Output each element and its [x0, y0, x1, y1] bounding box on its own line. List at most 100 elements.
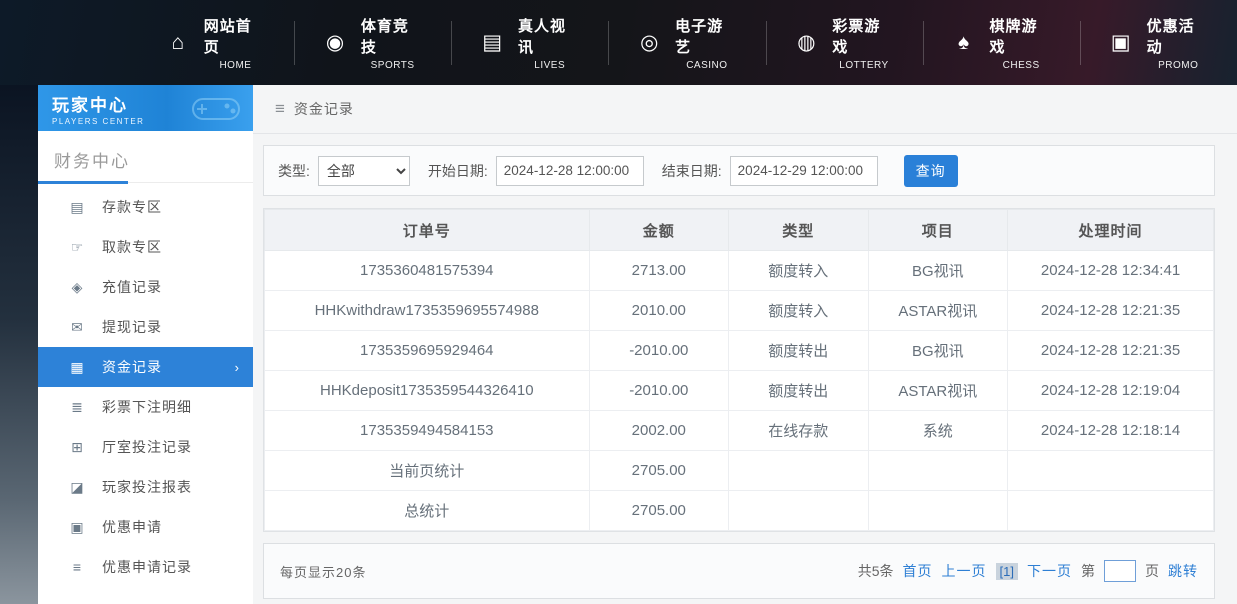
nav-label: 真人视讯 LIVES — [518, 15, 581, 71]
summary-amount: 2705.00 — [589, 451, 729, 491]
sidebar-menu-item[interactable]: ✉ 提现记录 › — [38, 307, 253, 347]
jump-button[interactable]: 跳转 — [1168, 561, 1198, 581]
summary-empty — [729, 491, 869, 531]
promo-apply-icon: ▣ — [68, 519, 86, 536]
sidebar-menu-item[interactable]: ≣ 彩票下注明细 › — [38, 387, 253, 427]
sidebar-menu-item[interactable]: ▦ 资金记录 › — [38, 347, 253, 387]
nav-label-en: CHESS — [1003, 60, 1040, 71]
current-page[interactable]: [1] — [996, 563, 1018, 580]
personal-center-heading: 个人中心 — [38, 587, 253, 604]
page-prefix: 第 — [1081, 561, 1095, 581]
gift-icon: ▣ — [1108, 32, 1134, 53]
hamburger-icon[interactable]: ≡ — [275, 99, 285, 119]
prev-page-link[interactable]: 上一页 — [942, 561, 987, 581]
moneybag-icon: ◈ — [68, 279, 86, 296]
sidebar-item-label: 玩家投注报表 — [102, 477, 192, 497]
table-row[interactable]: 1735359695929464 -2010.00 额度转出 BG视讯 2024… — [265, 331, 1214, 371]
wallet-icon: ✉ — [68, 319, 86, 336]
playing-cards-icon: ▤ — [479, 32, 505, 53]
end-date-label: 结束日期: — [662, 161, 722, 181]
sidebar-menu-item[interactable]: ☞ 取款专区 › — [38, 227, 253, 267]
sidebar-item-label: 取款专区 — [102, 237, 162, 257]
table-row[interactable]: 1735359494584153 2002.00 在线存款 系统 2024-12… — [265, 411, 1214, 451]
sidebar-item-label: 优惠申请记录 — [102, 557, 192, 577]
funds-records-table: 订单号金额类型项目处理时间 1735360481575394 2713.00 额… — [264, 209, 1214, 531]
nav-label: 体育竞技 SPORTS — [361, 15, 424, 71]
table-header-row: 订单号金额类型项目处理时间 — [265, 210, 1214, 251]
cell-project: BG视讯 — [868, 251, 1008, 291]
nav-label: 彩票游戏 LOTTERY — [832, 15, 895, 71]
summary-empty — [1008, 451, 1214, 491]
heading-underline — [38, 181, 128, 184]
main-content: ≡ 资金记录 类型: 全部 开始日期: 结束日期: 查询 — [253, 85, 1237, 604]
nav-label-en: HOME — [219, 60, 251, 71]
cell-time: 2024-12-28 12:21:35 — [1008, 291, 1214, 331]
bet-report-icon: ◪ — [68, 479, 86, 496]
roulette-icon: ◎ — [636, 32, 662, 53]
sidebar-menu-item[interactable]: ⊞ 厅室投注记录 › — [38, 427, 253, 467]
per-page-label: 每页显示20条 — [280, 562, 366, 581]
nav-item[interactable]: ♠ 棋牌游戏 CHESS — [923, 21, 1080, 65]
nav-item[interactable]: ▣ 优惠活动 PROMO — [1080, 21, 1237, 65]
nav-label-zh: 电子游艺 — [675, 15, 738, 57]
pagination-bar: 每页显示20条 共5条 首页 上一页 [1] 下一页 第 页 跳转 — [263, 543, 1215, 599]
nav-item[interactable]: ▤ 真人视讯 LIVES — [451, 21, 608, 65]
cell-order-no: 1735359695929464 — [265, 331, 590, 371]
nav-label-en: PROMO — [1158, 60, 1198, 71]
column-header: 金额 — [589, 210, 729, 251]
cell-time: 2024-12-28 12:19:04 — [1008, 371, 1214, 411]
type-select[interactable]: 全部 — [318, 156, 410, 186]
withdraw-hand-icon: ☞ — [68, 239, 86, 256]
nav-item[interactable]: ◎ 电子游艺 CASINO — [608, 21, 765, 65]
sidebar-item-label: 优惠申请 — [102, 517, 162, 537]
cell-amount: 2713.00 — [589, 251, 729, 291]
next-page-link[interactable]: 下一页 — [1027, 561, 1072, 581]
nav-label-en: LOTTERY — [839, 60, 888, 71]
cell-amount: 2002.00 — [589, 411, 729, 451]
sidebar-menu-item[interactable]: ◈ 充值记录 › — [38, 267, 253, 307]
sidebar-menu-item[interactable]: ▣ 优惠申请 › — [38, 507, 253, 547]
table-row[interactable]: 1735360481575394 2713.00 额度转入 BG视讯 2024-… — [265, 251, 1214, 291]
spade-icon: ♠ — [951, 32, 977, 53]
nav-item[interactable]: ◉ 体育竞技 SPORTS — [294, 21, 451, 65]
table-row[interactable]: HHKdeposit1735359544326410 -2010.00 额度转出… — [265, 371, 1214, 411]
sidebar-menu-item[interactable]: ▤ 存款专区 › — [38, 187, 253, 227]
column-header: 项目 — [868, 210, 1008, 251]
top-navigation: ⌂ 网站首页 HOME ◉ 体育竞技 SPORTS ▤ 真人视讯 LIVES ◎… — [0, 0, 1237, 85]
nav-item[interactable]: ⌂ 网站首页 HOME — [138, 21, 294, 65]
players-center-header: 玩家中心 PLAYERS CENTER — [38, 85, 253, 131]
type-label: 类型: — [278, 161, 310, 181]
home-icon: ⌂ — [165, 32, 191, 53]
nav-label: 电子游艺 CASINO — [675, 15, 738, 71]
start-date-input[interactable] — [496, 156, 644, 186]
page-jump-input[interactable] — [1104, 560, 1136, 582]
cell-amount: 2010.00 — [589, 291, 729, 331]
pager: 共5条 首页 上一页 [1] 下一页 第 页 跳转 — [858, 560, 1198, 582]
nav-label: 优惠活动 PROMO — [1147, 15, 1210, 71]
funds-record-icon: ▦ — [68, 359, 86, 376]
nav-label-zh: 真人视讯 — [518, 15, 581, 57]
cell-project: ASTAR视讯 — [868, 371, 1008, 411]
table-row[interactable]: HHKwithdraw1735359695574988 2010.00 额度转入… — [265, 291, 1214, 331]
summary-empty — [868, 491, 1008, 531]
cell-type: 额度转出 — [729, 371, 869, 411]
page-suffix: 页 — [1145, 561, 1159, 581]
cell-time: 2024-12-28 12:34:41 — [1008, 251, 1214, 291]
nav-label: 网站首页 HOME — [204, 15, 267, 71]
nav-label-en: CASINO — [686, 60, 727, 71]
nav-label-en: SPORTS — [371, 60, 415, 71]
end-date-input[interactable] — [730, 156, 878, 186]
chevron-right-icon: › — [235, 360, 239, 375]
first-page-link[interactable]: 首页 — [903, 561, 933, 581]
deposit-card-icon: ▤ — [68, 199, 86, 216]
search-button[interactable]: 查询 — [904, 155, 958, 187]
sidebar-item-label: 厅室投注记录 — [102, 437, 192, 457]
sidebar-menu-item[interactable]: ≡ 优惠申请记录 › — [38, 547, 253, 587]
start-date-label: 开始日期: — [428, 161, 488, 181]
nav-label-en: LIVES — [534, 60, 565, 71]
sidebar: 玩家中心 PLAYERS CENTER 财务中心 ▤ 存款专区 › — [38, 85, 253, 604]
sidebar-menu-item[interactable]: ◪ 玩家投注报表 › — [38, 467, 253, 507]
sidebar-item-label: 存款专区 — [102, 197, 162, 217]
nav-label-zh: 棋牌游戏 — [989, 15, 1052, 57]
nav-item[interactable]: ◍ 彩票游戏 LOTTERY — [766, 21, 923, 65]
